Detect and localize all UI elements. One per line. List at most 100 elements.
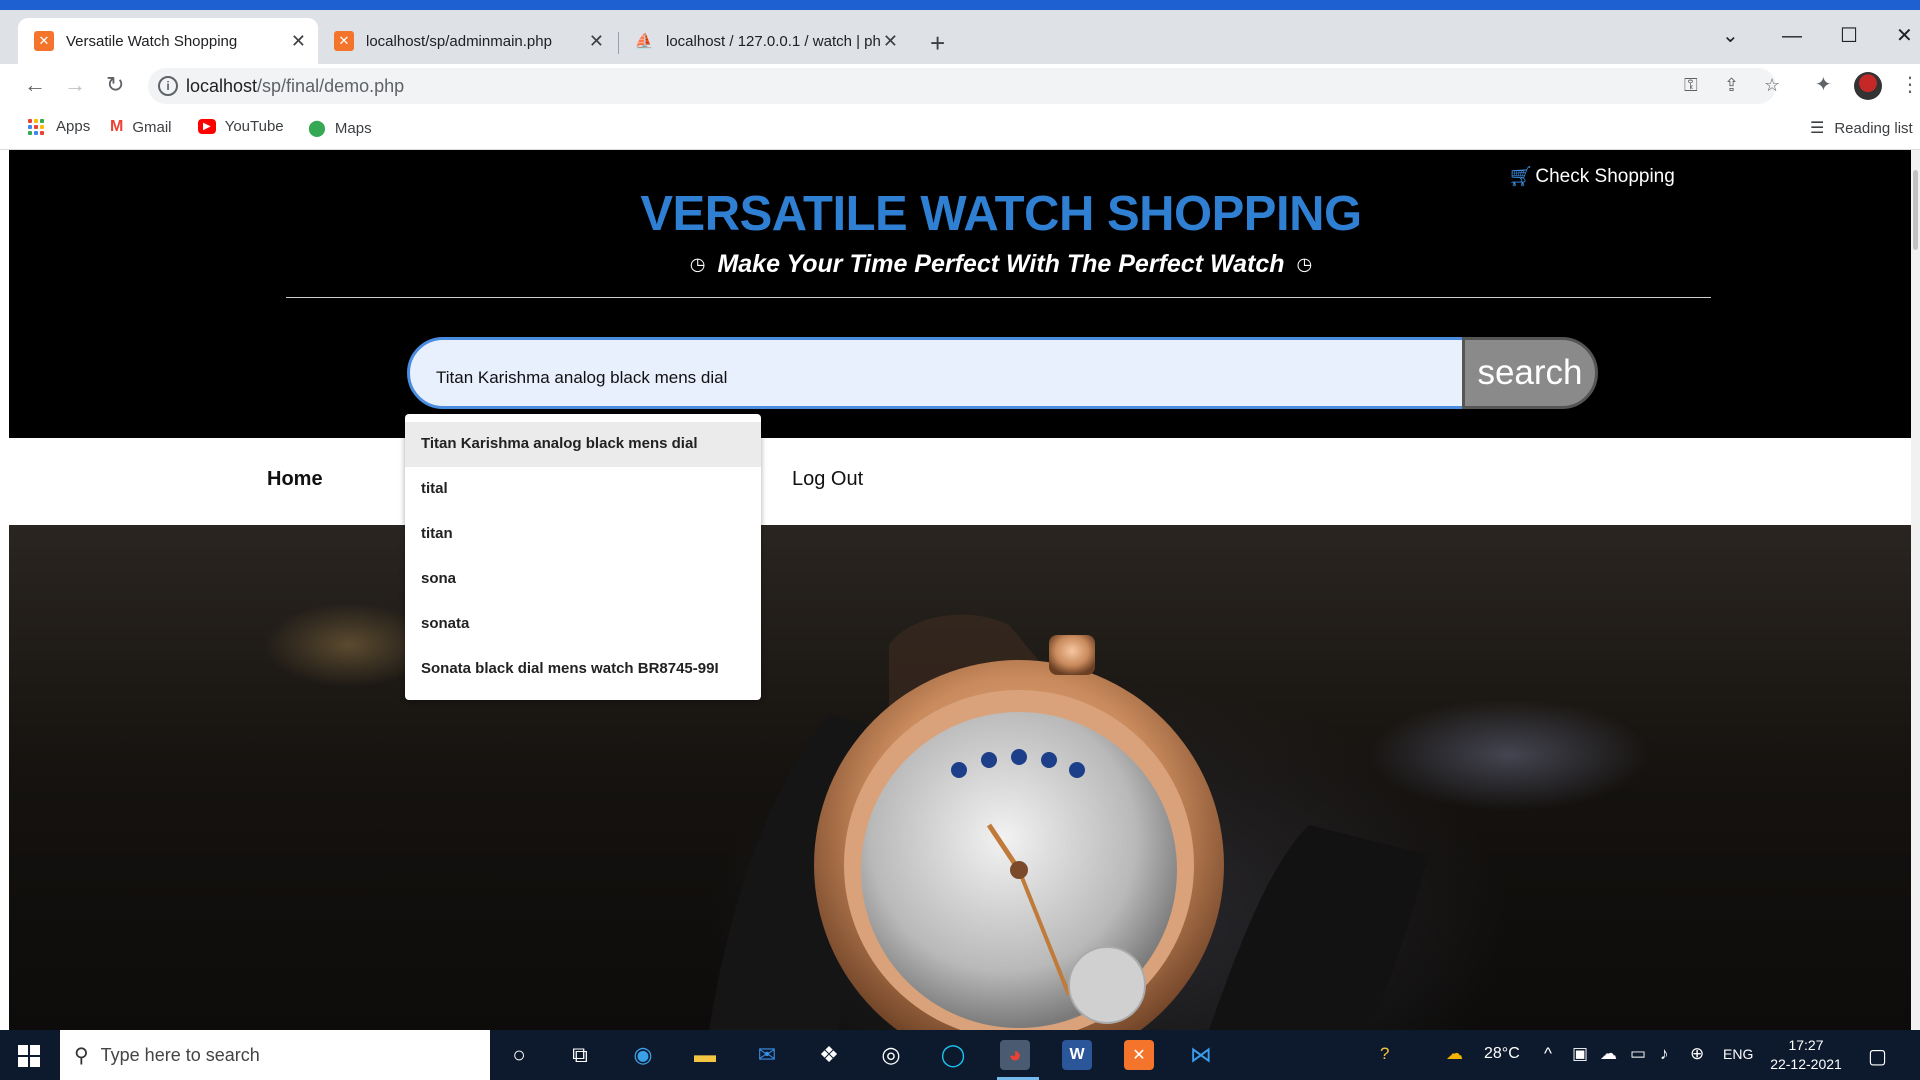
suggestion-item[interactable]: sonata (405, 602, 761, 647)
key-icon[interactable]: ⚿ (1684, 75, 1698, 96)
web-page: 🛒︎ Check Shopping VERSATILE WATCH SHOPPI… (9, 150, 1911, 1030)
profile-avatar[interactable] (1854, 72, 1882, 100)
tab-title: localhost / 127.0.0.1 / watch | ph (666, 32, 881, 50)
onedrive-icon[interactable]: ☁ (1600, 1044, 1617, 1064)
menu-kebab-icon[interactable]: ⋮ (1900, 75, 1920, 95)
close-tab-icon[interactable]: ✕ (291, 31, 306, 51)
windows-start-icon[interactable] (18, 1045, 40, 1067)
gmail-icon: M (110, 118, 124, 135)
url-host: localhost (186, 76, 258, 96)
forward-icon[interactable]: → (64, 74, 86, 96)
app-icon[interactable]: ◎ (876, 1040, 906, 1070)
taskbar-clock[interactable]: 17:27 22-12-2021 (1765, 1036, 1847, 1074)
tab-title: localhost/sp/adminmain.php (366, 32, 552, 50)
url-path: /sp/final/demo.php (257, 76, 405, 96)
word-icon[interactable]: W (1062, 1040, 1092, 1070)
help-icon[interactable]: ? (1380, 1044, 1389, 1064)
tab-adminmain[interactable]: ✕ localhost/sp/adminmain.php ✕ (318, 18, 616, 64)
suggestion-item[interactable]: Titan Karishma analog black mens dial (405, 422, 761, 467)
watch-illustration (709, 614, 1429, 1030)
check-shopping-label: Check Shopping (1535, 165, 1675, 187)
chevron-up-icon[interactable]: ^ (1544, 1044, 1552, 1064)
reading-list-label: Reading list (1834, 119, 1913, 137)
bookmark-label: Gmail (132, 118, 172, 136)
url-text[interactable]: localhost/sp/final/demo.php (186, 76, 404, 97)
maps-icon: ⬤ (308, 120, 326, 137)
nav-log-out[interactable]: Log Out (792, 468, 863, 491)
bookmark-maps[interactable]: ⬤ Maps (308, 118, 372, 138)
new-tab-button[interactable]: + (930, 30, 945, 56)
site-header: 🛒︎ Check Shopping VERSATILE WATCH SHOPPI… (9, 150, 1911, 438)
site-title: VERSATILE WATCH SHOPPING (640, 187, 1362, 241)
hero-watch-image (9, 525, 1911, 1030)
apps-grid-icon (28, 118, 44, 135)
dropbox-icon[interactable]: ❖ (814, 1040, 844, 1070)
tab-versatile-watch-shopping[interactable]: ✕ Versatile Watch Shopping ✕ (18, 18, 318, 64)
xampp-icon[interactable]: ✕ (1124, 1040, 1154, 1070)
bookmark-apps[interactable]: Apps (28, 118, 90, 135)
suggestion-item[interactable]: tital (405, 467, 761, 512)
main-nav: Home Log Out (9, 438, 1911, 525)
bookmark-label: YouTube (224, 118, 284, 135)
windows-taskbar: ⚲ Type here to search ○ ⧉ ◉ ▬ ✉ ❖ ◎ ◯ ◕ … (0, 1030, 1920, 1080)
bookmark-label: Apps (56, 118, 91, 135)
maximize-icon[interactable]: ☐ (1840, 26, 1858, 46)
viewport-left-edge (0, 150, 9, 1030)
file-explorer-icon[interactable]: ▬ (690, 1040, 720, 1070)
device-icon[interactable]: ▣ (1572, 1044, 1588, 1064)
suggestion-item[interactable]: titan (405, 512, 761, 557)
address-bar[interactable]: i localhost/sp/final/demo.php ⚿ ⇪ ☆ (148, 68, 1780, 104)
taskbar-search-placeholder: Type here to search (100, 1044, 260, 1065)
clock-date: 22-12-2021 (1770, 1056, 1842, 1072)
page-scrollbar[interactable] (1911, 150, 1920, 1030)
suggestion-item[interactable]: Sonata black dial mens watch BR8745-99I (405, 647, 761, 692)
phpmyadmin-icon: ⛵ (634, 32, 654, 50)
site-info-icon[interactable]: i (158, 76, 178, 96)
temperature[interactable]: 28°C (1484, 1045, 1520, 1063)
taskbar-search[interactable]: ⚲ Type here to search (60, 1030, 490, 1080)
search-input[interactable]: Titan Karishma analog black mens dial (407, 337, 1469, 409)
back-icon[interactable]: ← (24, 74, 46, 96)
tab-phpmyadmin[interactable]: ⛵ localhost / 127.0.0.1 / watch | ph ✕ (618, 18, 910, 64)
chrome-icon[interactable]: ◕ (1000, 1040, 1030, 1070)
bookmark-star-icon[interactable]: ☆ (1764, 75, 1780, 96)
battery-icon[interactable]: ▭ (1630, 1044, 1646, 1064)
share-icon[interactable]: ⇪ (1724, 75, 1739, 96)
vscode-icon[interactable]: ⋈ (1186, 1040, 1216, 1070)
reading-list-icon: ☰ (1810, 120, 1825, 137)
header-divider (286, 297, 1711, 298)
weather-icon[interactable]: ☁ (1446, 1044, 1463, 1064)
task-view-icon[interactable]: ⧉ (565, 1040, 595, 1070)
suggestion-item[interactable]: sona (405, 557, 761, 602)
volume-icon[interactable]: ♪ (1660, 1044, 1669, 1064)
close-tab-icon[interactable]: ✕ (883, 31, 898, 51)
notifications-icon[interactable]: ▢ (1868, 1044, 1887, 1069)
tab-strip: ✕ Versatile Watch Shopping ✕ ✕ localhost… (0, 10, 1920, 64)
search-button[interactable]: search (1462, 337, 1598, 409)
youtube-icon: ▶ (198, 119, 216, 134)
alexa-icon[interactable]: ◯ (938, 1040, 968, 1070)
reading-list-button[interactable]: ☰ Reading list (1810, 118, 1913, 138)
language-indicator[interactable]: ENG (1723, 1046, 1753, 1062)
network-icon[interactable]: ⊕ (1690, 1044, 1704, 1064)
search-icon: ⚲ (74, 1044, 89, 1067)
minimize-icon[interactable]: — (1782, 26, 1802, 46)
bookmark-youtube[interactable]: ▶ YouTube (198, 118, 284, 135)
close-window-icon[interactable]: ✕ (1896, 26, 1913, 46)
close-tab-icon[interactable]: ✕ (589, 31, 604, 51)
reload-icon[interactable]: ↻ (106, 74, 124, 96)
scrollbar-thumb[interactable] (1913, 170, 1918, 250)
site-tagline: ◷ Make Your Time Perfect With The Perfec… (9, 250, 1911, 279)
edge-icon[interactable]: ◉ (628, 1040, 658, 1070)
cortana-icon[interactable]: ○ (504, 1040, 534, 1070)
extensions-icon[interactable]: ✦ (1815, 75, 1832, 95)
search-suggestions: Titan Karishma analog black mens dial ti… (405, 414, 761, 700)
tab-title: Versatile Watch Shopping (66, 32, 238, 50)
clock-time: 17:27 (1788, 1037, 1824, 1053)
xampp-icon: ✕ (34, 31, 54, 51)
bookmark-label: Maps (334, 119, 372, 137)
tab-search-chevron-icon[interactable]: ⌄ (1722, 26, 1739, 46)
nav-home[interactable]: Home (267, 468, 323, 491)
mail-icon[interactable]: ✉ (752, 1040, 782, 1070)
bookmark-gmail[interactable]: M Gmail (110, 118, 172, 136)
